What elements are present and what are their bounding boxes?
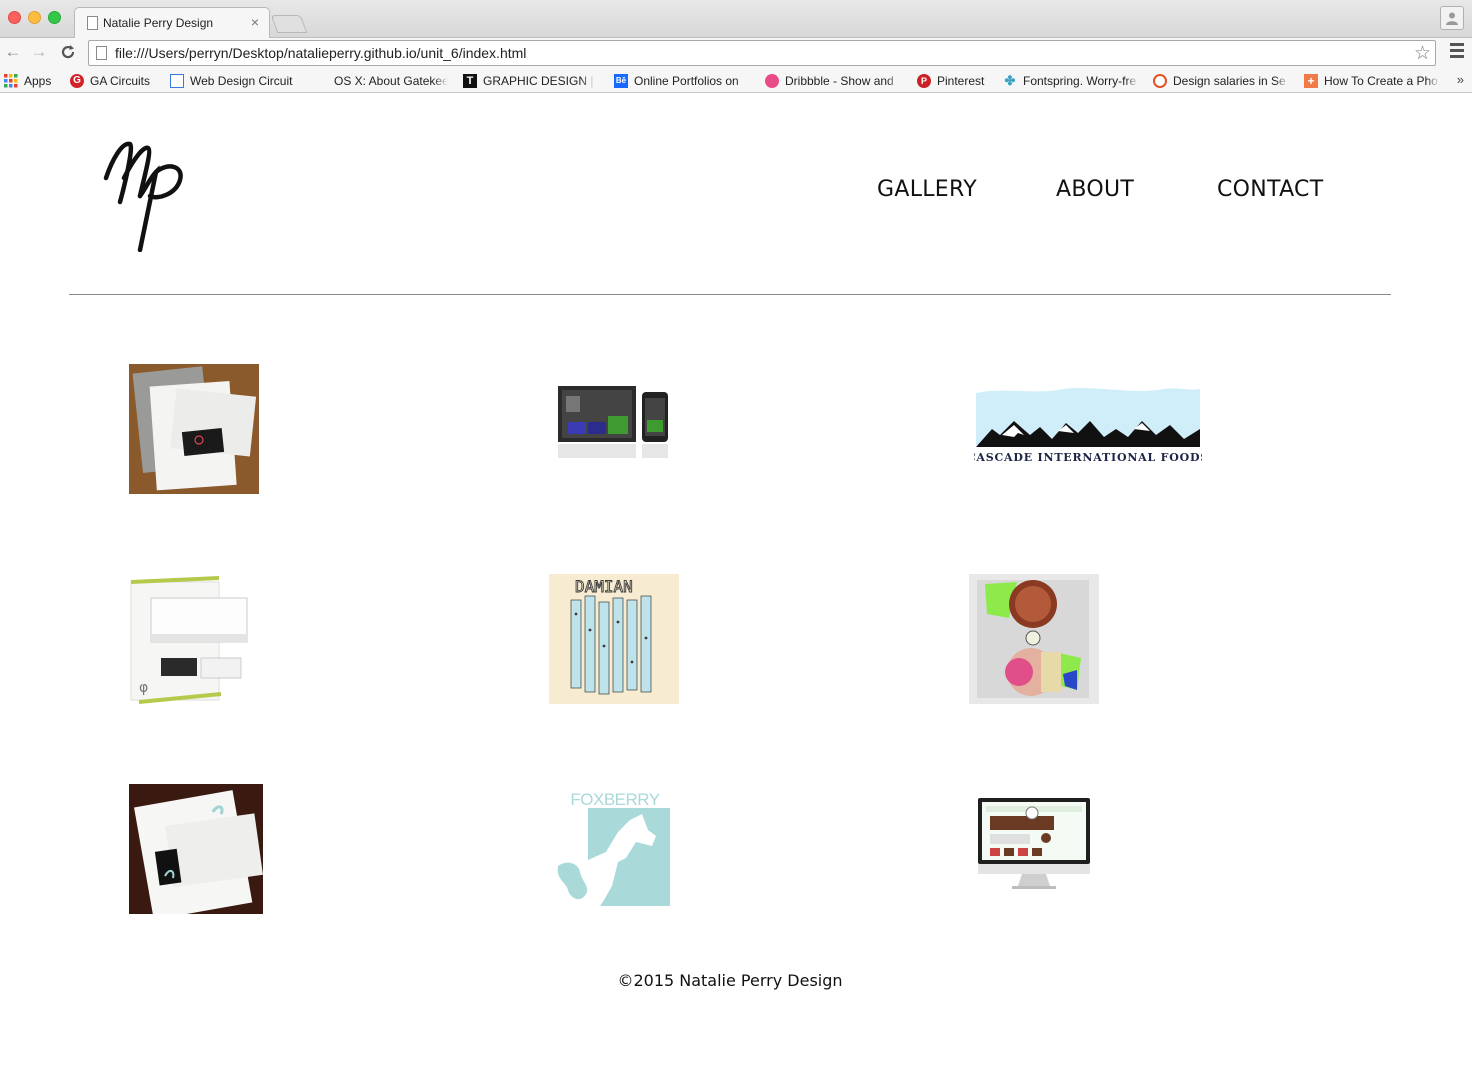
np-logo[interactable]: Np: [100, 138, 192, 253]
page-icon: [96, 46, 107, 60]
pinterest-icon: P: [917, 74, 931, 88]
stationery-image: [129, 784, 263, 914]
behance-icon: Bē: [614, 74, 628, 88]
portrait-illustration-image: [969, 574, 1099, 704]
header-divider: [69, 294, 1391, 295]
t-icon: T: [463, 74, 477, 88]
close-window-button[interactable]: [8, 11, 21, 24]
page-icon: [87, 16, 98, 30]
stationery-image: φ: [129, 574, 259, 704]
gallery-item-website-imac[interactable]: [976, 794, 1092, 890]
reload-icon[interactable]: [57, 41, 79, 63]
cross-icon: +: [1304, 74, 1318, 88]
target-icon: [1153, 74, 1167, 88]
bookmark-dribbble[interactable]: Dribbble - Show and: [765, 72, 901, 90]
bookmark-label: Apps: [24, 74, 52, 88]
bookmark-label: Design salaries in Se: [1173, 74, 1286, 88]
dribbble-icon: [765, 74, 779, 88]
nav-gallery[interactable]: GALLERY: [877, 177, 977, 202]
bookmark-online-portfolios[interactable]: Bē Online Portfolios on: [614, 72, 750, 90]
tab-close-icon[interactable]: ×: [251, 14, 259, 30]
apps-grid-icon: [4, 74, 18, 88]
tab-title: Natalie Perry Design: [103, 16, 214, 30]
bookmark-label: Dribbble - Show and: [785, 74, 894, 88]
bookmark-star-icon[interactable]: ☆: [1414, 42, 1431, 65]
bookmark-ga-circuits[interactable]: G GA Circuits: [70, 72, 158, 90]
gallery-item-stationery-dark[interactable]: [129, 784, 263, 914]
gallery-item-cascade-logo[interactable]: CASCADE INTERNATIONAL FOODS: [974, 385, 1202, 469]
bookmark-label: How To Create a Pho: [1324, 74, 1438, 88]
bookmark-graphic-design[interactable]: T GRAPHIC DESIGN |: [463, 72, 595, 90]
bookmark-fontspring[interactable]: ✤ Fontspring. Worry-fre: [1003, 72, 1139, 90]
bookmark-label: Pinterest: [937, 74, 985, 88]
website-devices-image: [558, 386, 668, 458]
bookmark-label: OS X: About Gatekee: [334, 74, 448, 88]
forward-arrow-icon[interactable]: →: [28, 41, 50, 63]
svg-text:φ: φ: [139, 680, 148, 696]
cascade-logo-image: CASCADE INTERNATIONAL FOODS: [974, 385, 1202, 464]
bookmark-how-to-create[interactable]: + How To Create a Pho: [1304, 72, 1440, 90]
minimize-window-button[interactable]: [28, 11, 41, 24]
browser-tab[interactable]: Natalie Perry Design ×: [74, 7, 270, 38]
imac-website-image: [978, 798, 1090, 889]
bookmark-pinterest[interactable]: P Pinterest: [917, 72, 989, 90]
cascade-logo-text: CASCADE INTERNATIONAL FOODS: [974, 451, 1202, 464]
address-url[interactable]: file:///Users/perryn/Desktop/natalieperr…: [115, 45, 526, 61]
gallery-item-damian-poster[interactable]: DAMIAN: [549, 574, 679, 704]
nav-about[interactable]: ABOUT: [1056, 177, 1134, 202]
damian-poster-title: DAMIAN: [575, 577, 633, 596]
bookmark-label: Fontspring. Worry-fre: [1023, 74, 1137, 88]
maximize-window-button[interactable]: [48, 11, 61, 24]
gallery-item-stationery-green[interactable]: φ: [129, 574, 259, 704]
apple-icon: [314, 74, 328, 88]
bookmark-label: GRAPHIC DESIGN |: [483, 74, 594, 88]
bookmark-osx-gatekeeper[interactable]: OS X: About Gatekee: [314, 72, 448, 90]
page-icon: [170, 74, 184, 88]
bookmark-web-design-circuit[interactable]: Web Design Circuit: [170, 72, 300, 90]
more-bookmarks-icon[interactable]: »: [1457, 72, 1464, 87]
damian-poster-image: DAMIAN: [549, 574, 679, 704]
bookmarks-bar: Apps G GA Circuits Web Design Circuit OS…: [0, 68, 1472, 93]
bookmark-label: GA Circuits: [90, 74, 151, 88]
nav-contact[interactable]: CONTACT: [1217, 177, 1323, 202]
gallery-item-stationery-marble[interactable]: [129, 364, 259, 494]
bookmark-label: Web Design Circuit: [190, 74, 293, 88]
browser-titlebar: Natalie Perry Design ×: [0, 0, 1472, 38]
bookmark-apps[interactable]: Apps: [4, 72, 56, 90]
ga-icon: G: [70, 74, 84, 88]
foxberry-logo-image: FOXBERRY: [557, 790, 670, 906]
gallery-item-foxberry-logo[interactable]: FOXBERRY: [556, 790, 674, 910]
foxberry-logo-text: FOXBERRY: [570, 790, 659, 809]
stationery-image: [129, 364, 259, 494]
address-bar[interactable]: file:///Users/perryn/Desktop/natalieperr…: [88, 40, 1436, 66]
new-tab-button[interactable]: [270, 15, 308, 33]
bookmark-label: Online Portfolios on: [634, 74, 739, 88]
browser-toolbar: ← → file:///Users/perryn/Desktop/natalie…: [0, 38, 1472, 68]
profile-icon[interactable]: [1440, 6, 1464, 30]
web-page: Np GALLERY ABOUT CONTACT: [0, 94, 1472, 1081]
gallery-item-website-devices[interactable]: [558, 386, 670, 458]
gallery-item-portrait-illustration[interactable]: [969, 574, 1099, 704]
hamburger-menu-icon[interactable]: [1450, 43, 1464, 59]
back-arrow-icon[interactable]: ←: [2, 41, 24, 63]
footer-copyright: ©2015 Natalie Perry Design: [617, 971, 843, 990]
fontspring-icon: ✤: [1004, 73, 1016, 88]
bookmark-design-salaries[interactable]: Design salaries in Se: [1153, 72, 1289, 90]
